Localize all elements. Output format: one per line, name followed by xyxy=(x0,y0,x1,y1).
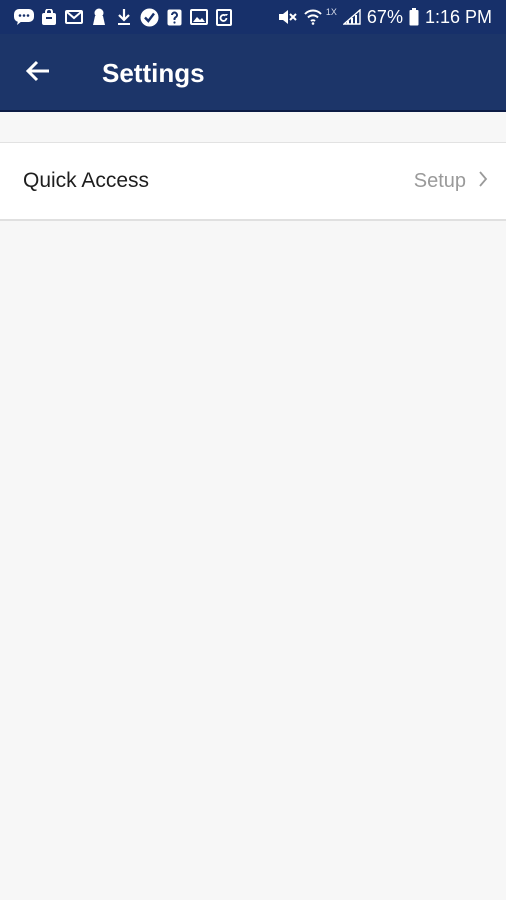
check-circle-icon xyxy=(139,7,159,27)
keyhole-icon xyxy=(89,7,109,27)
download-icon xyxy=(114,7,134,27)
mute-icon xyxy=(278,7,298,27)
system-icons: 1X 67% 1:16 PM xyxy=(272,7,492,27)
clock: 1:16 PM xyxy=(424,7,492,27)
status-bar: 1X 67% 1:16 PM xyxy=(0,0,506,34)
quick-access-row[interactable]: Quick Access Setup xyxy=(0,143,506,219)
app-bar: Settings xyxy=(0,34,506,112)
back-button[interactable] xyxy=(18,56,58,90)
notification-icons xyxy=(14,7,239,27)
signal-icon xyxy=(342,7,361,27)
quick-access-label: Quick Access xyxy=(23,169,150,192)
setup-value: Setup xyxy=(413,169,466,192)
image-icon xyxy=(189,7,209,27)
help-icon xyxy=(164,7,184,27)
wifi-icon xyxy=(304,7,322,27)
network-type-label: 1X xyxy=(325,7,337,17)
page-title: Settings xyxy=(102,58,205,88)
chevron-right-icon xyxy=(478,170,488,193)
back-arrow-icon xyxy=(25,60,51,87)
store-icon xyxy=(39,7,59,27)
settings-list: Quick Access Setup xyxy=(0,142,506,221)
calendar-refresh-icon xyxy=(214,7,234,27)
battery-icon xyxy=(409,7,419,27)
battery-percentage: 67% xyxy=(366,7,403,27)
messages-icon xyxy=(14,7,34,27)
quick-access-action: Setup xyxy=(414,170,488,193)
gmail-icon xyxy=(64,7,84,27)
